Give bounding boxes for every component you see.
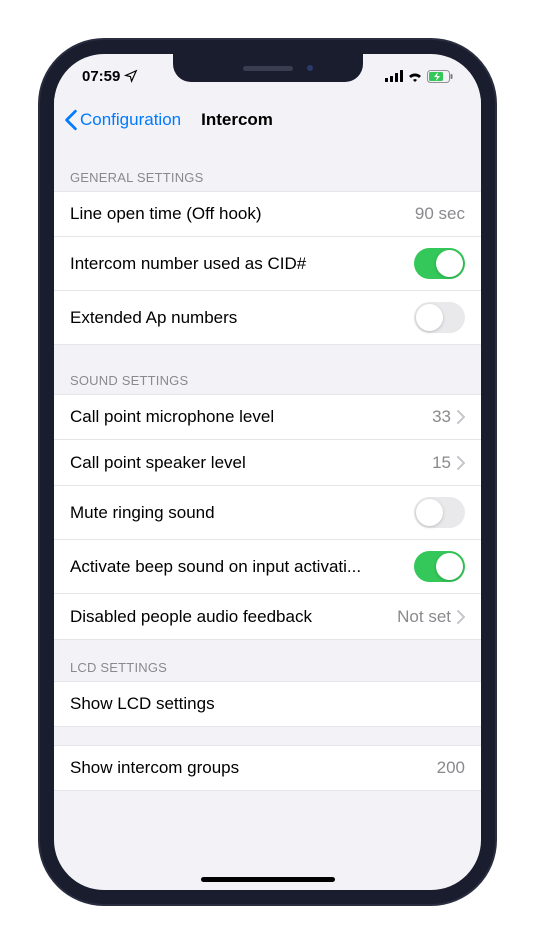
row-label: Line open time (Off hook) [70, 204, 415, 224]
section-header-general: GENERAL SETTINGS [54, 142, 481, 191]
content: GENERAL SETTINGS Line open time (Off hoo… [54, 142, 481, 890]
row-extended-ap[interactable]: Extended Ap numbers [54, 291, 481, 345]
row-mute-ringing[interactable]: Mute ringing sound [54, 486, 481, 540]
row-audio-feedback[interactable]: Disabled people audio feedback Not set [54, 594, 481, 640]
row-label: Show LCD settings [70, 694, 465, 714]
row-label: Extended Ap numbers [70, 308, 414, 328]
row-mic-level[interactable]: Call point microphone level 33 [54, 394, 481, 440]
toggle-intercom-cid[interactable] [414, 248, 465, 279]
row-value: 33 [432, 407, 451, 427]
row-intercom-cid[interactable]: Intercom number used as CID# [54, 237, 481, 291]
back-label: Configuration [80, 110, 181, 130]
group-sound: Call point microphone level 33 Call poin… [54, 394, 481, 640]
row-label: Show intercom groups [70, 758, 437, 778]
location-icon [124, 69, 138, 83]
toggle-mute-ringing[interactable] [414, 497, 465, 528]
cellular-icon [385, 70, 403, 82]
screen: 07:59 [54, 54, 481, 890]
row-value: Not set [397, 607, 451, 627]
row-label: Call point speaker level [70, 453, 432, 473]
chevron-right-icon [457, 456, 465, 470]
row-beep-sound[interactable]: Activate beep sound on input activati... [54, 540, 481, 594]
nav-title: Intercom [201, 110, 273, 130]
row-label: Intercom number used as CID# [70, 254, 414, 274]
row-speaker-level[interactable]: Call point speaker level 15 [54, 440, 481, 486]
section-header-lcd: LCD SETTINGS [54, 640, 481, 681]
chevron-right-icon [457, 410, 465, 424]
nav-bar: Configuration Intercom [54, 98, 481, 142]
row-label: Mute ringing sound [70, 503, 414, 523]
wifi-icon [407, 70, 423, 82]
spacer [54, 727, 481, 745]
group-lcd: Show LCD settings [54, 681, 481, 727]
row-value: 90 sec [415, 204, 465, 224]
phone-frame: 07:59 [40, 40, 495, 904]
chevron-left-icon [64, 109, 78, 131]
toggle-extended-ap[interactable] [414, 302, 465, 333]
row-value: 200 [437, 758, 465, 778]
status-time: 07:59 [82, 68, 120, 85]
battery-icon [427, 70, 453, 83]
row-value: 15 [432, 453, 451, 473]
row-label: Activate beep sound on input activati... [70, 557, 414, 577]
section-header-sound: SOUND SETTINGS [54, 345, 481, 394]
row-label: Disabled people audio feedback [70, 607, 397, 627]
home-indicator[interactable] [201, 877, 335, 882]
row-show-lcd[interactable]: Show LCD settings [54, 681, 481, 727]
chevron-right-icon [457, 610, 465, 624]
notch [173, 54, 363, 82]
back-button[interactable]: Configuration [64, 109, 181, 131]
row-show-groups[interactable]: Show intercom groups 200 [54, 745, 481, 791]
group-intercom-groups: Show intercom groups 200 [54, 745, 481, 791]
group-general: Line open time (Off hook) 90 sec Interco… [54, 191, 481, 345]
row-label: Call point microphone level [70, 407, 432, 427]
row-line-open-time[interactable]: Line open time (Off hook) 90 sec [54, 191, 481, 237]
toggle-beep-sound[interactable] [414, 551, 465, 582]
